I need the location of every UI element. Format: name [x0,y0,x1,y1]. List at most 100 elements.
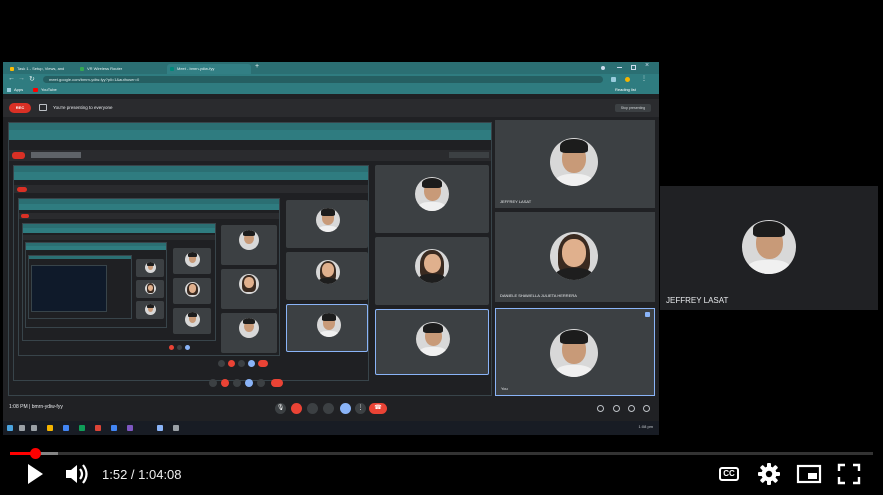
app-icon[interactable] [79,425,85,431]
tab-favicon-icon [10,67,14,71]
speaking-indicator-icon [645,312,650,317]
play-button[interactable] [20,460,50,488]
avatar [550,138,598,186]
captions-button[interactable] [307,403,318,414]
profile-avatar-icon[interactable] [625,77,630,82]
tab-label: Meet - bmrn-ydiw-fyy [177,66,215,71]
participant-tile [286,200,368,248]
presenting-text: You're presenting to everyone [53,105,113,110]
scrubber-handle[interactable] [30,448,41,459]
search-icon[interactable] [19,425,25,431]
participant-name: DANIELE SHAWELLA JULIETA HERRERA [500,293,577,298]
forward-icon[interactable]: → [18,75,25,82]
participant-tile [136,259,164,277]
participant-tile [286,304,368,352]
bookmark-apps[interactable]: Apps [14,85,23,94]
people-icon[interactable] [613,405,620,412]
start-icon[interactable] [7,425,13,431]
maximize-icon[interactable] [631,65,636,70]
end-call-button[interactable]: ☎ [369,403,387,414]
taskbar-clock: 1:08 pm [638,424,653,429]
minimize-icon[interactable] [617,67,622,68]
nested-screen-share [25,242,167,328]
reading-list-link[interactable]: Reading list [615,85,636,94]
participant-tile [173,308,211,334]
miniplayer-button[interactable] [794,460,824,488]
present-screen-icon [39,104,47,111]
play-icon [28,464,43,484]
back-icon[interactable]: ← [8,75,15,82]
participant-tile [136,280,164,298]
apps-icon [7,88,11,92]
nested-screen-share [8,122,492,396]
stop-presenting-button[interactable]: Stop presenting [615,104,651,112]
chat-icon[interactable] [628,405,635,412]
app-icon[interactable] [173,425,179,431]
more-options-button[interactable]: ⋮ [355,403,366,414]
bookmarks-bar: Apps YouTube Reading list [3,85,659,94]
participant-name: You [501,386,508,391]
close-icon[interactable]: × [645,62,649,69]
participant-tile [221,313,277,353]
fullscreen-button[interactable] [834,460,864,488]
menu-dots-icon[interactable]: ⋮ [641,75,647,82]
participant-tile [375,165,489,233]
time-display: 1:52 / 1:04:08 [102,467,182,482]
browser-tab-bar: Task 1 - Setup, Views, and Layou... VR W… [3,62,659,81]
activities-icon[interactable] [643,405,650,412]
app-icon[interactable] [157,425,163,431]
nested-screen-share [28,255,132,319]
bookmark-youtube[interactable]: YouTube [41,85,57,94]
self-view-tile: JEFFREY LASAT [660,186,878,310]
presenting-banner: REC You're presenting to everyone Stop p… [3,99,659,117]
nested-screen-share [18,198,280,356]
app-icon[interactable] [127,425,133,431]
browser-tab[interactable]: Task 1 - Setup, Views, and Layou... [7,64,73,81]
participant-tile [136,301,164,319]
participant-tile [221,269,277,309]
app-icon[interactable] [111,425,117,431]
os-taskbar: 1:08 pm [3,421,659,435]
subtitles-button[interactable]: CC [714,460,744,488]
screen-share-view: Task 1 - Setup, Views, and Layou... VR W… [3,62,659,435]
tab-label: VR Wireless Router [87,66,123,71]
taskview-icon[interactable] [31,425,37,431]
nested-screen-share [13,165,369,381]
present-now-button[interactable] [340,403,351,414]
explorer-icon[interactable] [47,425,53,431]
app-icon[interactable] [95,425,101,431]
nested-screen-share [31,265,107,312]
browser-tab-active[interactable]: Meet - bmrn-ydiw-fyy [167,64,251,74]
meeting-time-and-code: 1:08 PM | bmrn-ydiw-fyy [9,404,63,410]
settings-button[interactable] [754,460,784,488]
account-icon[interactable] [601,66,605,70]
camera-off-button[interactable] [291,403,302,414]
meet-control-bar: 1:08 PM | bmrn-ydiw-fyy 🎙 ⋮ ☎ [3,397,659,421]
avatar [550,329,598,377]
fullscreen-icon [837,463,861,485]
url-field[interactable]: meet.google.com/bmrn-ydiw-fyy?pli=1&auth… [43,76,603,83]
rec-badge: REC [9,103,31,113]
volume-icon [66,464,88,484]
participant-name: JEFFREY LASAT [500,199,532,204]
participant-tile [173,248,211,274]
address-bar-row: ← → ↻ meet.google.com/bmrn-ydiw-fyy?pli=… [3,74,659,85]
info-icon[interactable] [597,405,604,412]
new-tab-button[interactable]: + [255,63,259,70]
volume-button[interactable] [62,460,92,488]
reload-icon[interactable]: ↻ [29,75,35,83]
participant-tile-active: You [495,308,655,396]
progress-bar[interactable] [10,452,873,455]
avatar [742,220,796,274]
participant-tile [173,278,211,304]
participant-tile [221,225,277,265]
chrome-icon[interactable] [63,425,69,431]
youtube-icon [33,88,38,92]
extension-icon[interactable] [611,77,616,82]
participant-tile: JEFFREY LASAT [495,120,655,208]
participant-tile [286,252,368,300]
browser-tab[interactable]: VR Wireless Router [77,64,159,74]
avatar [550,232,598,280]
mic-button[interactable]: 🎙 [275,403,286,414]
raise-hand-button[interactable] [323,403,334,414]
